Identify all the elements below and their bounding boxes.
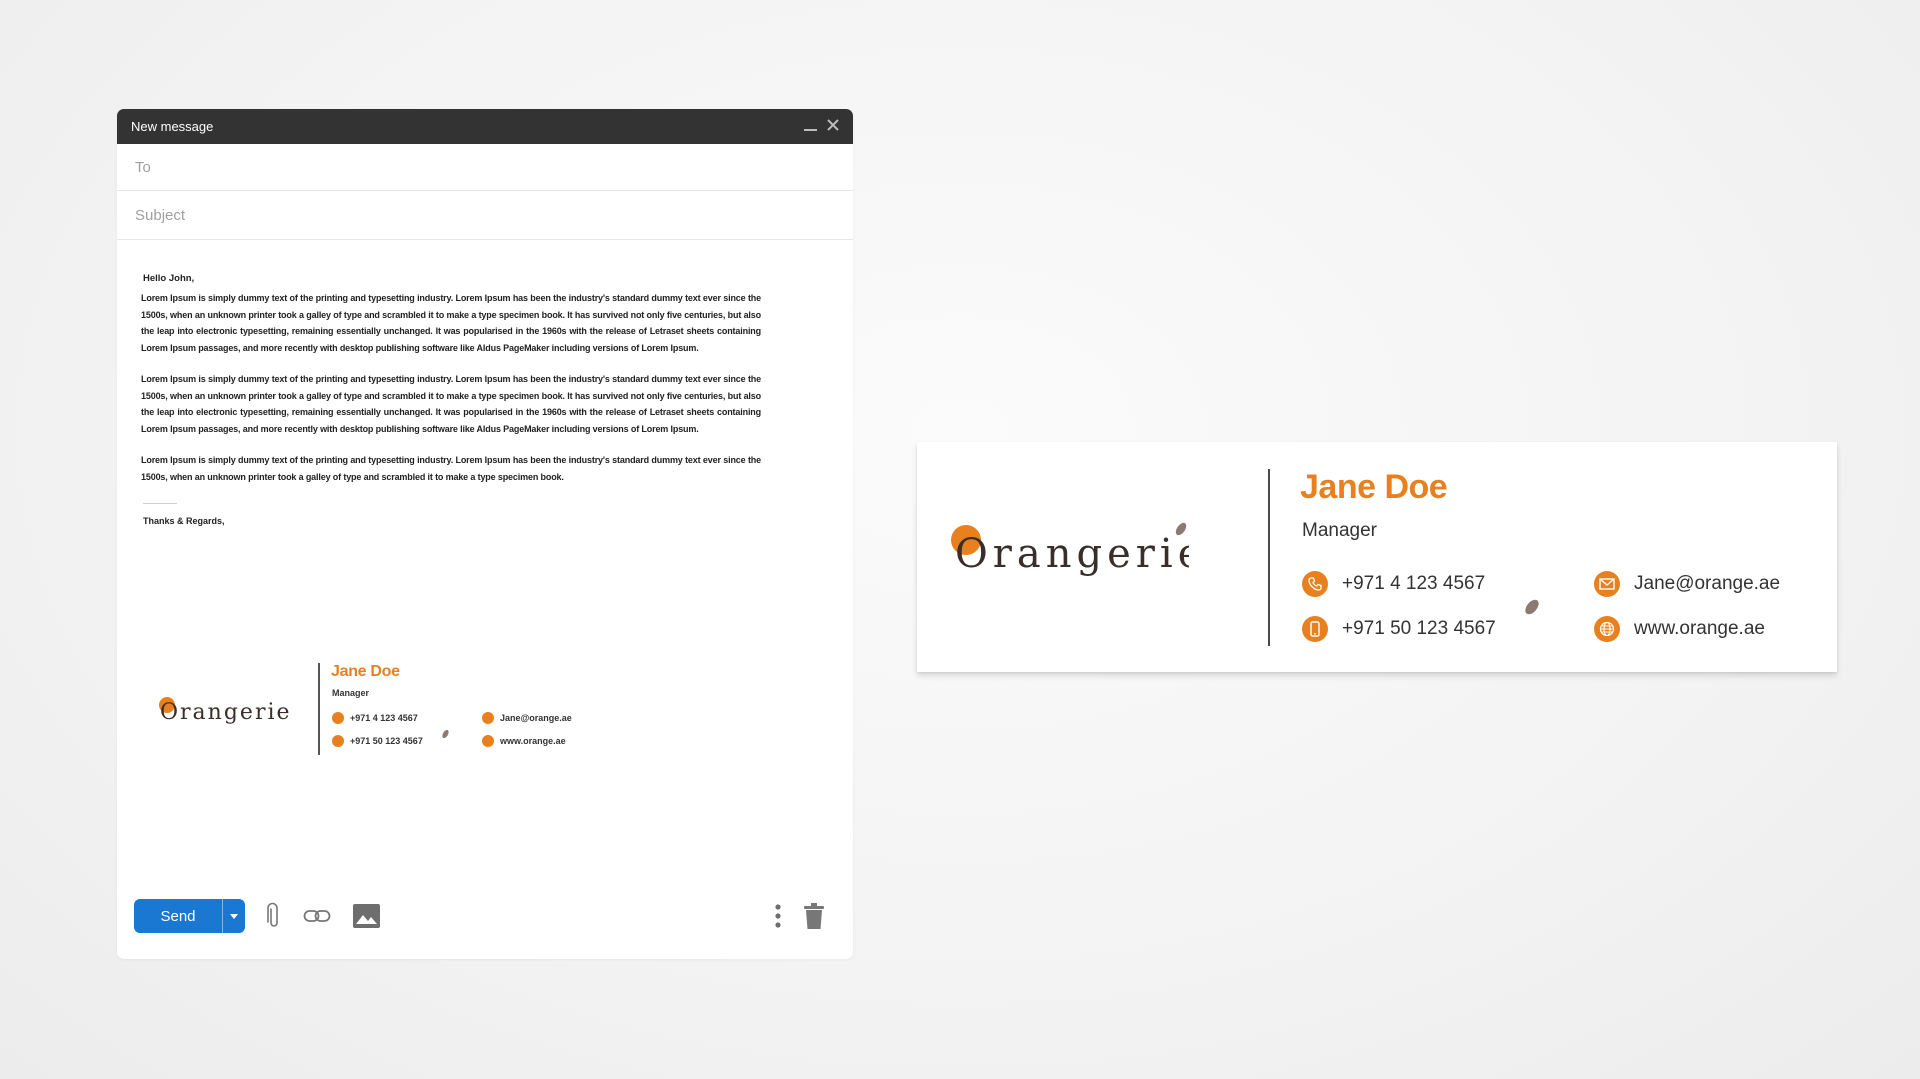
logo-text: Orangerie [160, 700, 292, 725]
signature-email[interactable]: Jane@orange.ae [482, 712, 572, 724]
minimize-button[interactable] [804, 119, 817, 135]
compose-title: New message [131, 119, 214, 134]
to-field [117, 144, 853, 191]
signature-card: Orangerie Jane Doe Manager +971 4 123 45… [917, 442, 1837, 672]
discard-button[interactable] [804, 903, 824, 929]
website-text: www.orange.ae [1634, 618, 1765, 639]
signature-website[interactable]: www.orange.ae [482, 735, 566, 747]
phone-icon [1302, 571, 1328, 597]
phone-icon [332, 712, 344, 724]
attach-button[interactable] [267, 902, 281, 930]
email-icon [1594, 571, 1620, 597]
compose-titlebar: New message [117, 109, 853, 144]
phone-text: +971 4 123 4567 [350, 713, 418, 723]
insert-link-button[interactable] [303, 909, 331, 923]
body-paragraph: Lorem Ipsum is simply dummy text of the … [141, 455, 761, 482]
attach-icon [267, 902, 278, 927]
insert-image-button[interactable] [353, 904, 380, 928]
signature-website[interactable]: www.orange.ae [1594, 616, 1765, 642]
signature-role: Manager [332, 688, 370, 698]
signature-divider [1268, 469, 1270, 646]
leaf-icon [442, 729, 449, 739]
compose-window: New message Hello John, Lorem Ipsum is s… [117, 109, 853, 959]
mobile-text: +971 50 123 4567 [1342, 618, 1496, 639]
signature-name: Jane Doe [331, 663, 400, 680]
website-text: www.orange.ae [500, 736, 566, 746]
phone-text: +971 4 123 4567 [1342, 573, 1486, 594]
signature-divider [318, 663, 320, 755]
signature-name: Jane Doe [1300, 468, 1448, 506]
globe-icon [482, 735, 494, 747]
signature-role: Manager [1302, 520, 1377, 541]
image-icon [353, 904, 380, 928]
link-icon [303, 910, 331, 922]
greeting: Hello John, [143, 273, 195, 284]
orangerie-logo: Orangerie [159, 697, 292, 725]
globe-icon [1594, 616, 1620, 642]
signature-mobile: +971 50 123 4567 [1302, 616, 1496, 642]
close-button[interactable] [827, 118, 839, 135]
subject-input[interactable] [133, 205, 837, 225]
email-text: Jane@orange.ae [500, 713, 572, 723]
more-options-button[interactable] [774, 903, 782, 929]
email-text: Jane@orange.ae [1634, 573, 1781, 594]
signature-phone: +971 4 123 4567 [332, 712, 418, 724]
to-input[interactable] [133, 157, 837, 177]
send-button[interactable]: Send [134, 899, 222, 933]
send-button-group: Send [134, 899, 245, 933]
trash-icon [804, 903, 824, 929]
send-options-button[interactable] [222, 899, 245, 933]
close-icon [827, 118, 839, 131]
mobile-icon [1302, 616, 1328, 642]
subject-field [117, 191, 853, 240]
divider [143, 503, 177, 504]
email-icon [482, 712, 494, 724]
compose-toolbar: Send [134, 898, 836, 934]
email-signature-preview: Orangerie Jane Doe Manager +971 4 123 45… [157, 661, 597, 761]
mobile-icon [332, 735, 344, 747]
body-paragraph: Lorem Ipsum is simply dummy text of the … [141, 293, 761, 353]
mobile-text: +971 50 123 4567 [350, 736, 423, 746]
body-paragraph: Lorem Ipsum is simply dummy text of the … [141, 374, 761, 434]
signature-email[interactable]: Jane@orange.ae [1594, 571, 1780, 597]
signature-mobile: +971 50 123 4567 [332, 735, 423, 747]
logo-text: Orangerie [955, 531, 1189, 577]
message-body[interactable]: Hello John, Lorem Ipsum is simply dummy … [117, 273, 853, 526]
leaf-icon [1525, 599, 1539, 615]
signature-phone: +971 4 123 4567 [1302, 571, 1485, 597]
closing-text: Thanks & Regards, [143, 516, 225, 526]
send-dropdown-icon [230, 913, 238, 919]
minimize-icon [804, 128, 817, 131]
more-options-icon [775, 904, 781, 928]
orangerie-logo: Orangerie [951, 522, 1189, 577]
